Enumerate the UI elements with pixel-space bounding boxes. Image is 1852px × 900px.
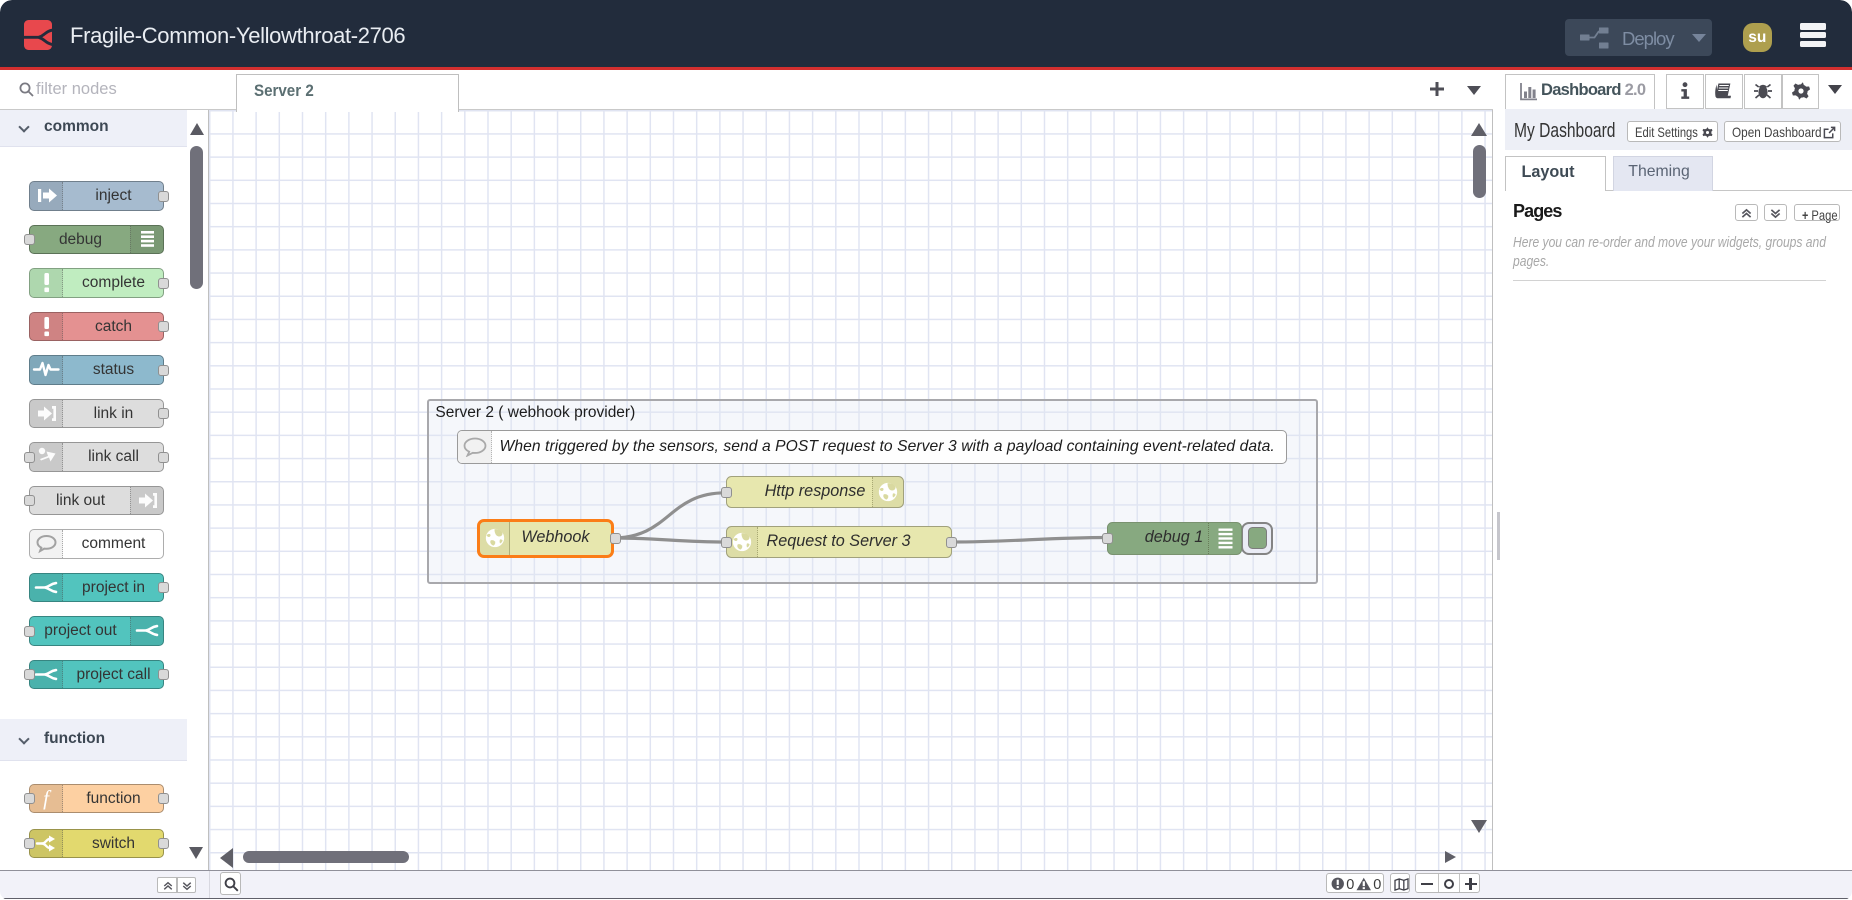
svg-text:f: f	[43, 786, 52, 810]
